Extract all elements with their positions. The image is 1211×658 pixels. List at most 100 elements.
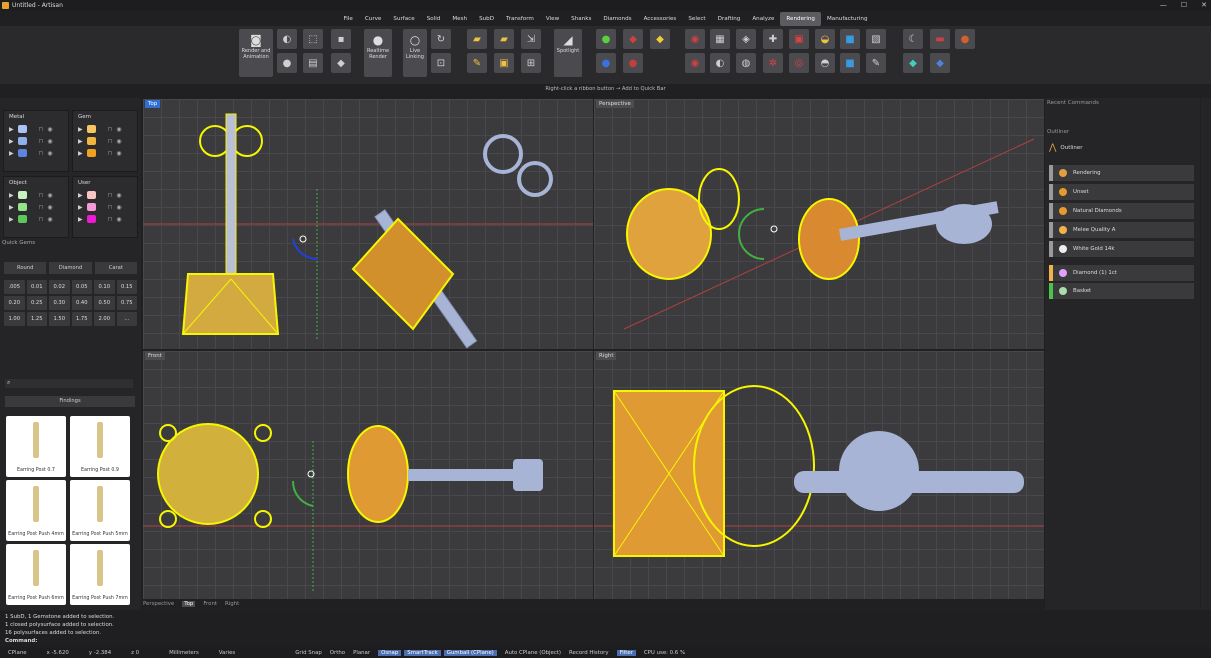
round-button[interactable]: Round <box>4 262 47 274</box>
gem-size-button[interactable]: 0.75 <box>116 296 137 310</box>
refresh-button[interactable]: ↻ <box>431 29 451 49</box>
folder-button[interactable]: ▰ <box>467 29 487 49</box>
snapshot-button[interactable]: ⊡ <box>431 53 451 73</box>
eye-icon[interactable]: ◉ <box>116 138 121 145</box>
live-linking-button[interactable]: ○ Live Linking <box>403 29 427 77</box>
finding-item[interactable]: Earring Post 0.7 <box>6 416 66 477</box>
crop-button[interactable]: ⊞ <box>521 53 541 73</box>
gem-size-button[interactable]: 0.01 <box>26 280 47 294</box>
menu-view[interactable]: View <box>540 12 565 26</box>
play-icon[interactable]: ▶ <box>78 138 83 145</box>
material-multi-button[interactable]: ◆ <box>623 29 643 49</box>
outliner-row[interactable]: Rendering <box>1049 165 1194 181</box>
metal-layer-row[interactable]: ▶ ⊓ ◉ <box>4 123 68 135</box>
outliner-row[interactable]: Melee Quality A <box>1049 222 1194 238</box>
eye-icon[interactable]: ◉ <box>47 126 52 133</box>
layer-color-swatch[interactable] <box>17 215 27 223</box>
play-icon[interactable]: ▶ <box>78 192 83 199</box>
view-tab-front[interactable]: Front <box>203 601 217 607</box>
play-icon[interactable]: ▶ <box>78 204 83 211</box>
view-tab-perspective[interactable]: Perspective <box>143 601 174 607</box>
menu-transform[interactable]: Transform <box>500 12 540 26</box>
layer-color-swatch[interactable] <box>17 149 27 157</box>
grid-snap-toggle[interactable]: Grid Snap <box>295 650 322 656</box>
menu-solid[interactable]: Solid <box>421 12 447 26</box>
menu-file[interactable]: File <box>338 12 359 26</box>
cube2-button[interactable]: ■ <box>840 53 860 73</box>
render-compare-button[interactable]: ▪ <box>331 29 351 49</box>
play-icon[interactable]: ▶ <box>78 126 83 133</box>
play-icon[interactable]: ▶ <box>9 204 14 211</box>
menu-drafting[interactable]: Drafting <box>712 12 747 26</box>
outliner-row[interactable]: Natural Diamonds <box>1049 203 1194 219</box>
menu-curve[interactable]: Curve <box>359 12 388 26</box>
edit-image-button[interactable]: ✎ <box>467 53 487 73</box>
render-settings-button[interactable]: ◐ <box>277 29 297 49</box>
duck-button[interactable]: ◒ <box>815 29 835 49</box>
object-layer-row[interactable]: ▶ ⊓ ◉ <box>4 213 68 225</box>
mask-button[interactable]: ◐ <box>710 53 730 73</box>
gem-size-button[interactable]: 0.40 <box>71 296 92 310</box>
finding-item[interactable]: Earring Post 0.9 <box>70 416 130 477</box>
play-icon[interactable]: ▶ <box>78 150 83 157</box>
gem-size-button[interactable]: 1.50 <box>49 312 70 326</box>
eye-icon[interactable]: ◉ <box>116 126 121 133</box>
findings-header[interactable]: Findings <box>5 396 135 407</box>
texture-button[interactable]: ◉ <box>685 29 705 49</box>
brush-button[interactable]: ✎ <box>866 53 886 73</box>
material-red-button[interactable]: ● <box>623 53 643 73</box>
ortho-toggle[interactable]: Ortho <box>330 650 345 656</box>
lock-icon[interactable]: ⊓ <box>39 192 44 199</box>
layer-color-swatch[interactable] <box>17 137 27 145</box>
group-render-button[interactable]: ◆ <box>331 53 351 73</box>
lock-icon[interactable]: ⊓ <box>108 192 113 199</box>
gem-size-button[interactable]: 0.02 <box>49 280 70 294</box>
user-layer-row[interactable]: ▶ ⊓ ◉ <box>73 213 137 225</box>
light-button[interactable]: ● <box>277 53 297 73</box>
checker-button[interactable]: ▦ <box>710 29 730 49</box>
gem-size-button[interactable]: 0.20 <box>4 296 25 310</box>
gumball-toggle[interactable]: Gumball (CPlane) <box>443 649 497 656</box>
open-image-button[interactable]: ▰ <box>494 29 514 49</box>
layers-render-button[interactable]: ▤ <box>303 53 323 73</box>
gem-size-button[interactable]: 0.25 <box>26 296 47 310</box>
frame-button[interactable]: ▣ <box>494 53 514 73</box>
menu-rendering[interactable]: Rendering <box>780 12 821 26</box>
user-layer-row[interactable]: ▶ ⊓ ◉ <box>73 189 137 201</box>
render-animation-button[interactable]: ◙ Render and Animation <box>239 29 273 77</box>
transform-texture-button[interactable]: ✚ <box>763 29 783 49</box>
eye-icon[interactable]: ◉ <box>116 192 121 199</box>
carat-button[interactable]: Carat <box>94 262 137 274</box>
spotlight-button[interactable]: ◢ Spotlight <box>554 29 582 77</box>
material-green-button[interactable]: ● <box>596 29 616 49</box>
status-cplane[interactable]: CPlane <box>8 650 27 656</box>
eye-icon[interactable]: ◉ <box>47 192 52 199</box>
soccer-button[interactable]: ◍ <box>736 53 756 73</box>
outliner-row[interactable]: Unset <box>1049 184 1194 200</box>
viewport-perspective[interactable]: Perspective <box>594 99 1044 349</box>
layer-color-swatch[interactable] <box>17 191 27 199</box>
viewport-front[interactable]: Front <box>143 351 593 599</box>
sparkle-button[interactable]: ✲ <box>763 53 783 73</box>
decal-button[interactable]: ◈ <box>736 29 756 49</box>
gem-size-button[interactable]: 1.25 <box>26 312 47 326</box>
planar-toggle[interactable]: Planar <box>353 650 370 656</box>
viewport-right[interactable]: Right <box>594 351 1044 599</box>
layer-color-swatch[interactable] <box>86 203 96 211</box>
minimize-button[interactable]: — <box>1160 1 1167 9</box>
layer-color-swatch[interactable] <box>86 149 96 157</box>
lock-icon[interactable]: ⊓ <box>108 126 113 133</box>
gem-size-button[interactable]: 2.00 <box>94 312 115 326</box>
gem-size-button[interactable]: 1.00 <box>4 312 25 326</box>
lock-icon[interactable]: ⊓ <box>39 126 44 133</box>
realtime-render-button[interactable]: ● Realtime Render <box>364 29 392 77</box>
lock-icon[interactable]: ⊓ <box>108 216 113 223</box>
lock-icon[interactable]: ⊓ <box>39 138 44 145</box>
command-prompt[interactable]: Command: <box>5 637 1211 645</box>
object-layer-row[interactable]: ▶ ⊓ ◉ <box>4 189 68 201</box>
texture2-button[interactable]: ◉ <box>685 53 705 73</box>
ball-button[interactable]: ● <box>955 29 975 49</box>
findings-search-input[interactable]: ⌕ <box>5 379 133 388</box>
layer-color-swatch[interactable] <box>86 215 96 223</box>
layer-color-swatch[interactable] <box>86 137 96 145</box>
